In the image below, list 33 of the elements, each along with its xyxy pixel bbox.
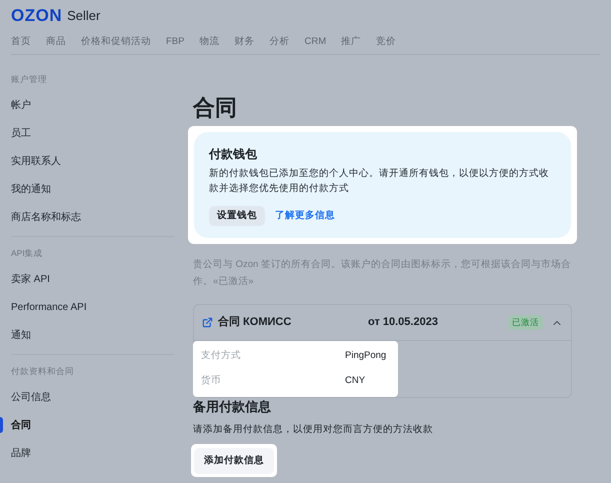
- sidebar-item[interactable]: 商店名称和标志: [11, 210, 81, 224]
- notice-text: 新的付款钱包已添加至您的个人中心。请开通所有钱包，以便以方便的方式收款并选择您优先使用的付款方式: [209, 167, 550, 196]
- setup-wallet-button[interactable]: 设置钱包: [209, 206, 265, 226]
- section-heading: 账户管理: [11, 72, 47, 86]
- sidebar-item[interactable]: 员工: [11, 126, 31, 140]
- sidebar-item[interactable]: 实用联系人: [11, 154, 61, 168]
- brand-logo[interactable]: OZON: [11, 6, 62, 24]
- notice-title: 付款钱包: [209, 146, 258, 162]
- section-title: 备用付款信息: [193, 399, 272, 415]
- learn-more-link[interactable]: 了解更多信息: [275, 208, 335, 224]
- sidebar-item[interactable]: 品牌: [11, 446, 31, 460]
- external-link-icon[interactable]: [202, 317, 213, 328]
- sidebar-item[interactable]: Performance API: [11, 300, 87, 314]
- sidebar-item[interactable]: 通知: [11, 328, 31, 342]
- product-name: Seller: [67, 8, 100, 22]
- sidebar-item[interactable]: 卖家 API: [11, 272, 50, 286]
- detail-label: 货币: [201, 374, 222, 388]
- sidebar-item[interactable]: 公司信息: [11, 390, 51, 404]
- contracts-description: 贵公司与 Ozon 签订的所有合同。该账户的合同由图标标示，您可根据该合同与市场合作。«已激活»: [193, 258, 572, 289]
- add-payment-button[interactable]: 添加付款信息: [194, 448, 274, 474]
- detail-value: PingPong: [345, 349, 386, 364]
- section-heading: API集成: [11, 246, 43, 260]
- section-heading: 付款资料和合同: [11, 364, 74, 378]
- sidebar-item[interactable]: 合同: [11, 418, 31, 432]
- contract-title[interactable]: 合同 КОМИСС: [218, 314, 368, 331]
- status-badge: 已激活: [508, 315, 543, 330]
- contract-date: от 10.05.2023: [368, 315, 438, 330]
- detail-label: 支付方式: [201, 349, 242, 364]
- sidebar-item[interactable]: 帐户: [11, 98, 31, 112]
- detail-value: CNY: [345, 374, 366, 388]
- backup-text: 请添加备用付款信息，以便用对您而言方便的方法收款: [193, 423, 434, 437]
- sidebar-item[interactable]: 我的通知: [11, 182, 51, 196]
- page-title: 合同: [193, 95, 238, 121]
